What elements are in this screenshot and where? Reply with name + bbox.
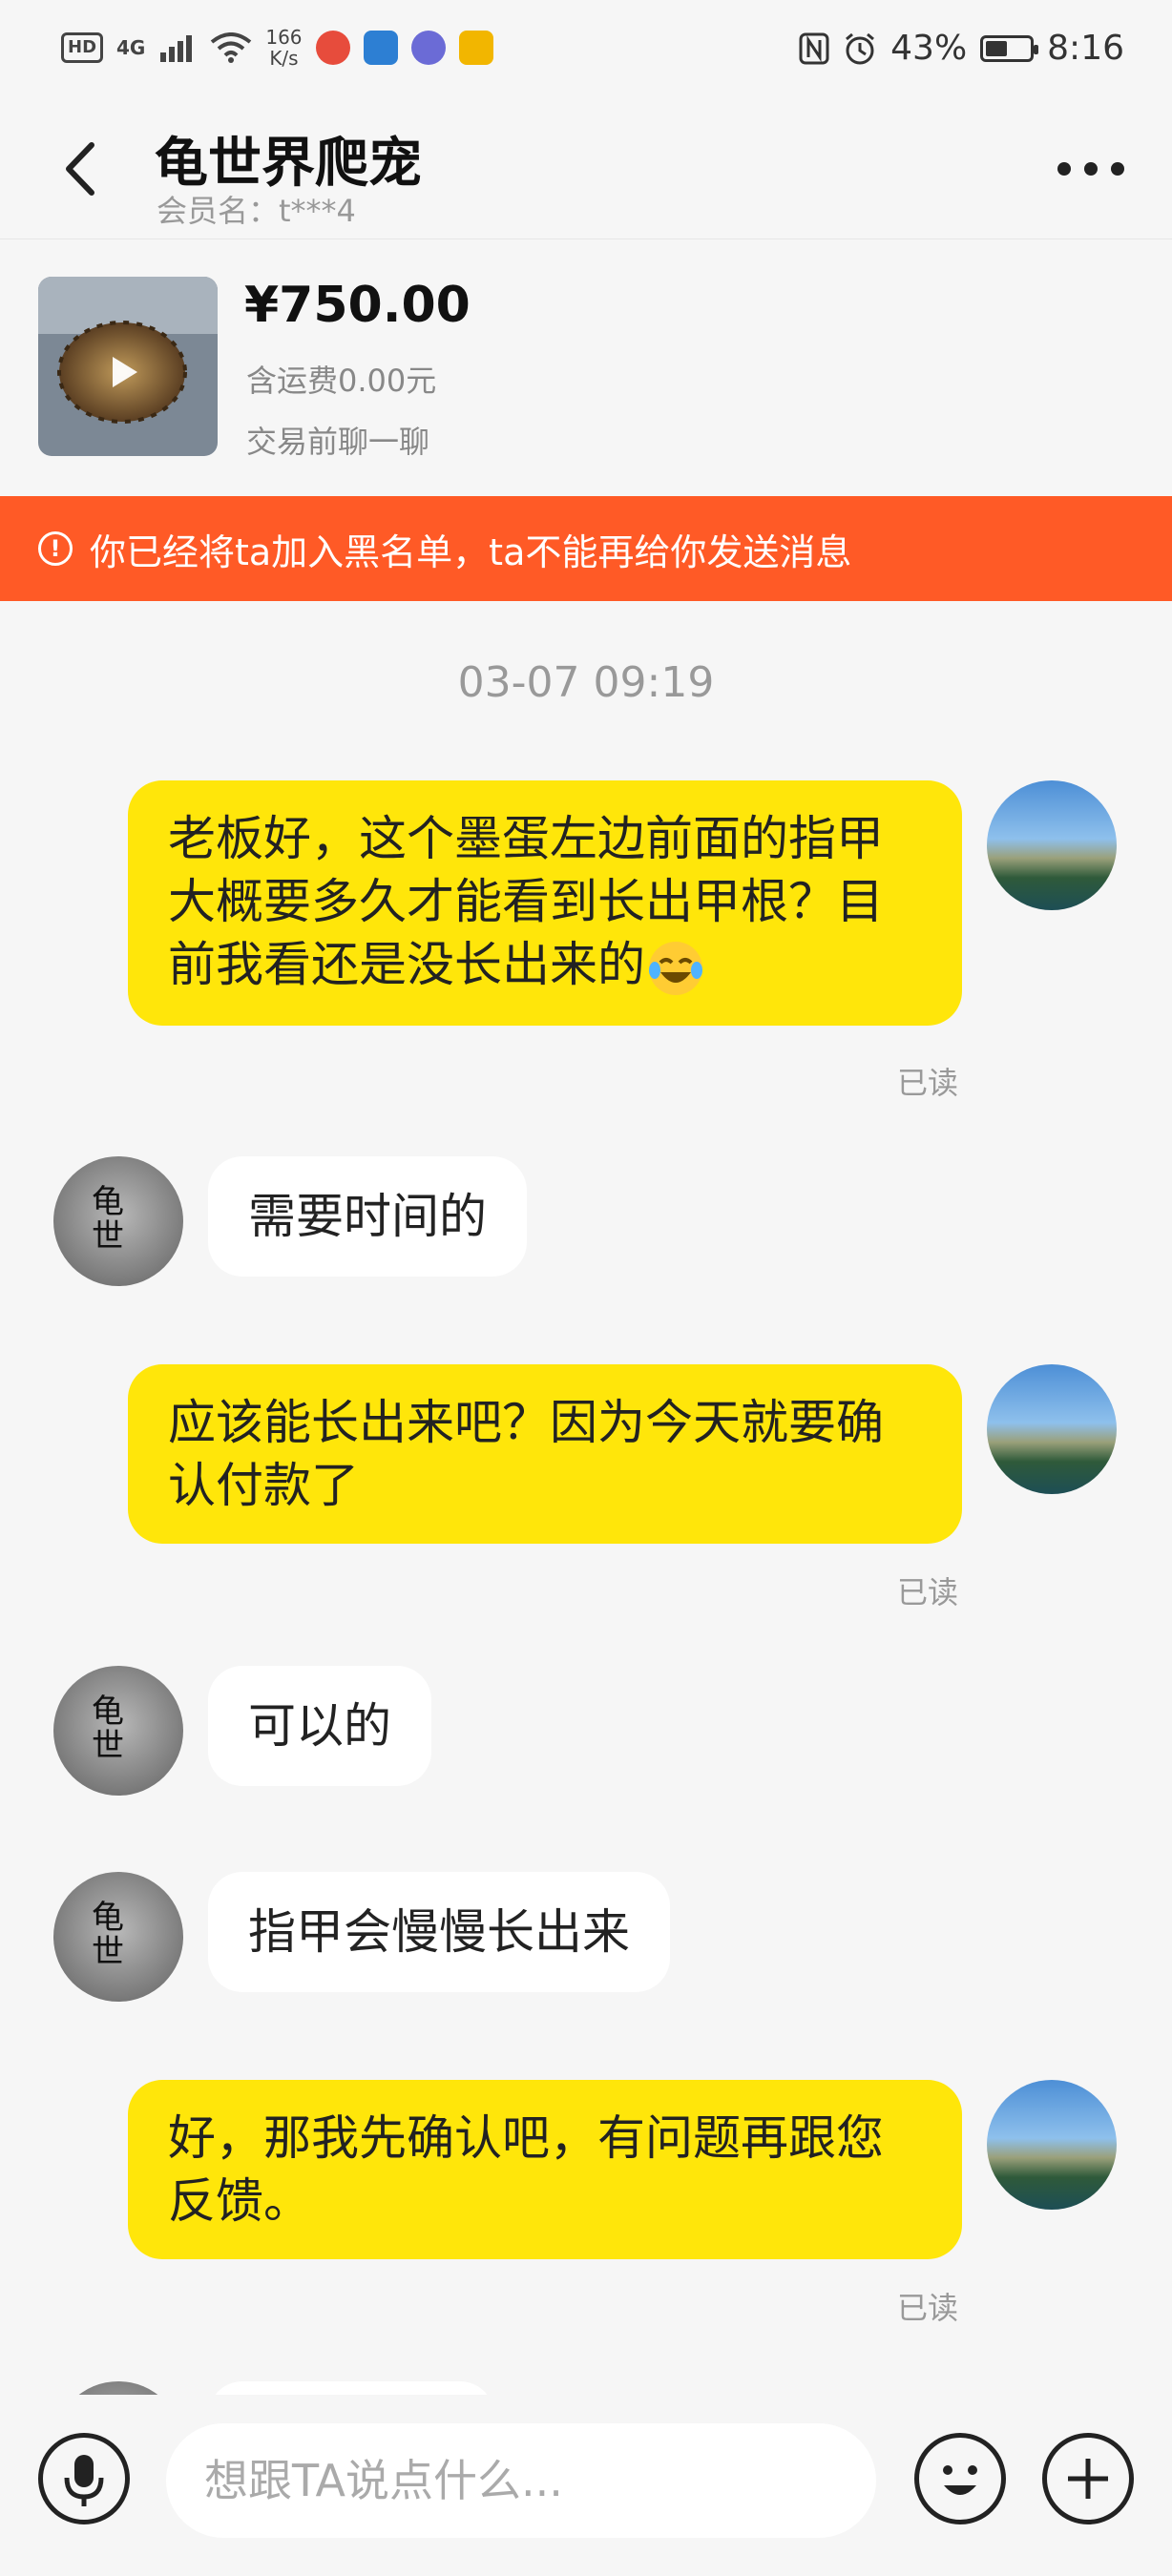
nfc-icon <box>799 32 829 64</box>
member-name: 会员名：t***4 <box>157 193 356 229</box>
avatar-seller[interactable]: 龟世 <box>53 1666 183 1796</box>
turtle-image <box>38 277 218 456</box>
emblem-app-icon <box>315 31 350 65</box>
avatar-seller[interactable]: 龟世 <box>53 1156 183 1286</box>
plus-icon[interactable] <box>1042 2433 1134 2524</box>
input-bar: 想跟TA说点什么... <box>0 2395 1172 2576</box>
chevron-left-icon[interactable] <box>48 135 115 202</box>
hd-badge: HD <box>61 32 104 63</box>
shipping-info: 含运费0.00元 <box>246 363 437 399</box>
message-bubble-sent[interactable]: 应该能长出来吧？因为今天就要确认付款了 <box>128 1364 962 1544</box>
message-input[interactable]: 想跟TA说点什么... <box>166 2423 876 2538</box>
read-status: 已读 <box>897 2290 959 2326</box>
wifi-icon <box>211 32 252 63</box>
read-status: 已读 <box>897 1065 959 1101</box>
avatar-self[interactable] <box>987 780 1117 910</box>
banner-text: 你已经将ta加入黑名单，ta不能再给你发送消息 <box>90 530 852 573</box>
read-status: 已读 <box>897 1574 959 1610</box>
signal-icon <box>160 35 193 62</box>
seller-logo: 龟世 <box>92 1693 124 1765</box>
network-indicator: 4G <box>116 36 146 59</box>
avatar-self[interactable] <box>987 1364 1117 1494</box>
status-bar: HD 4G 166 K/s 43% 8:16 <box>0 0 1172 114</box>
page-title: 龟世界爬宠 <box>155 133 422 195</box>
battery-icon <box>980 34 1039 62</box>
music-app-icon <box>410 31 446 65</box>
network-speed: 166 K/s <box>265 26 303 70</box>
chat-header: 龟世界爬宠 会员名：t***4 <box>0 114 1172 239</box>
seller-logo: 龟世 <box>92 1899 124 1971</box>
alarm-icon <box>846 32 875 64</box>
weather-app-icon <box>363 31 398 65</box>
blacklist-banner: ! 你已经将ta加入黑名单，ta不能再给你发送消息 <box>0 496 1172 601</box>
product-card[interactable]: ¥750.00 含运费0.00元 交易前聊一聊 <box>0 240 1172 496</box>
mail-app-icon <box>458 31 493 65</box>
status-left: HD 4G 166 K/s <box>61 27 493 69</box>
avatar-seller[interactable]: 龟世 <box>53 1872 183 2002</box>
avatar-self[interactable] <box>987 2080 1117 2210</box>
seller-logo: 龟世 <box>92 1183 124 1256</box>
message-bubble-sent[interactable]: 老板好，这个墨蛋左边前面的指甲大概要多久才能看到长出甲根？目前我看还是没长出来的 <box>128 780 962 1026</box>
laughing-tears-emoji-icon <box>649 941 702 995</box>
pre-trade-chat-label: 交易前聊一聊 <box>246 424 430 460</box>
message-bubble-received[interactable]: 需要时间的 <box>208 1156 527 1277</box>
battery-percent: 43% <box>890 29 968 68</box>
product-price: ¥750.00 <box>244 277 471 334</box>
chat-timestamp: 03-07 09:19 <box>457 658 715 707</box>
emoji-icon[interactable] <box>914 2433 1006 2524</box>
more-horizontal-icon[interactable] <box>1057 162 1124 176</box>
mic-icon[interactable] <box>38 2433 130 2524</box>
message-bubble-received[interactable] <box>208 2381 494 2395</box>
message-bubble-received[interactable]: 指甲会慢慢长出来 <box>208 1872 670 1992</box>
avatar-seller[interactable] <box>53 2381 183 2395</box>
chat-area[interactable]: 03-07 09:19 老板好，这个墨蛋左边前面的指甲大概要多久才能看到长出甲根… <box>0 601 1172 2395</box>
product-thumbnail[interactable] <box>38 277 218 456</box>
message-bubble-received[interactable]: 可以的 <box>208 1666 431 1786</box>
alert-icon: ! <box>38 531 73 566</box>
status-right: 43% 8:16 <box>799 29 1124 68</box>
message-bubble-sent[interactable]: 好，那我先确认吧，有问题再跟您反馈。 <box>128 2080 962 2259</box>
clock: 8:16 <box>1047 29 1124 68</box>
